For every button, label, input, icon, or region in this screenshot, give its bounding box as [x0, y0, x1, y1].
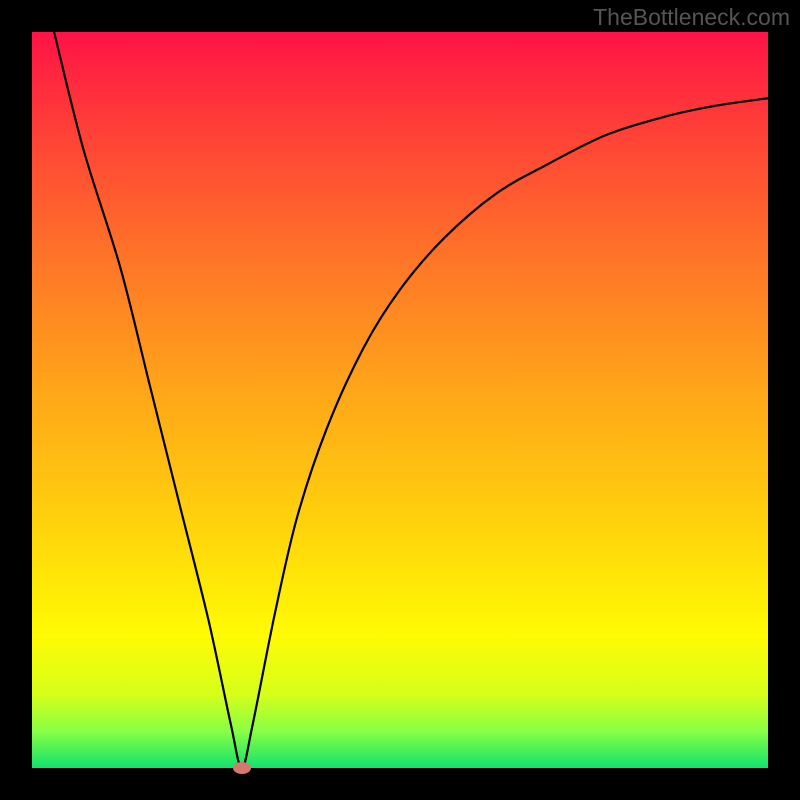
chart-frame: TheBottleneck.com	[0, 0, 800, 800]
optimal-point-marker	[233, 762, 251, 774]
watermark-label: TheBottleneck.com	[593, 4, 790, 31]
plot-area	[32, 32, 768, 768]
bottleneck-curve	[32, 32, 768, 768]
